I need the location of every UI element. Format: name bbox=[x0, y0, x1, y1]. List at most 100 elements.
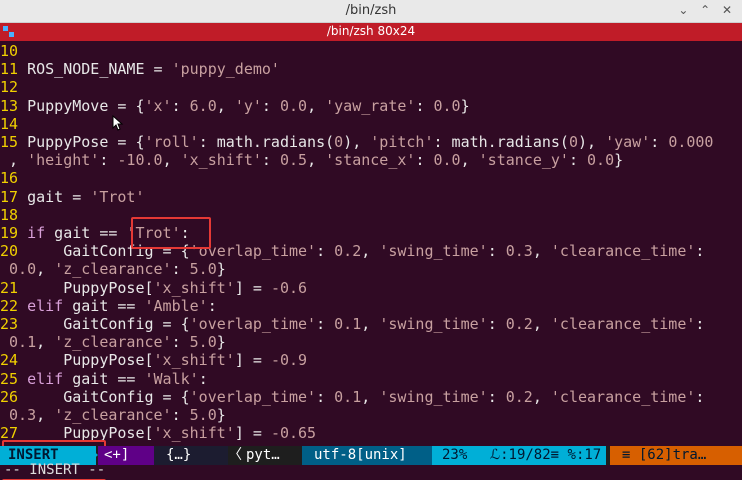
code-line: 20 GaitConfig = {'overlap_time': 0.2, 's… bbox=[0, 242, 704, 260]
code-token: PuppyPose[ bbox=[27, 351, 154, 370]
status-divider-1: 〈 bbox=[228, 447, 242, 463]
code-token: ROS_NODE_NAME = bbox=[27, 60, 172, 79]
line-number: 17 bbox=[0, 187, 28, 206]
code-line: 12 bbox=[0, 78, 27, 96]
code-token: 'yaw' bbox=[605, 133, 651, 151]
code-line-wrap: 0.0, 'z_clearance': 5.0} bbox=[0, 260, 226, 278]
code-line: 14 bbox=[0, 115, 27, 133]
code-token: , bbox=[460, 151, 479, 170]
window-controls: ⌄ ⌃ ✕ bbox=[674, 3, 736, 17]
vim-editor-buffer[interactable]: 10 11 ROS_NODE_NAME = 'puppy_demo' 12 13 … bbox=[0, 42, 742, 446]
code-token: : math.radians( bbox=[433, 133, 569, 151]
code-token: } bbox=[216, 333, 226, 352]
code-token: 'Walk' bbox=[144, 369, 199, 388]
code-token: : bbox=[99, 151, 118, 170]
status-scope: {…} bbox=[154, 446, 228, 465]
code-line: 23 GaitConfig = {'overlap_time': 0.1, 's… bbox=[0, 315, 704, 333]
code-token: : bbox=[487, 315, 506, 333]
code-token: ] = bbox=[234, 351, 271, 370]
code-token: 'y' bbox=[234, 96, 262, 115]
code-line: 11 ROS_NODE_NAME = 'puppy_demo' bbox=[0, 60, 280, 78]
code-token: 0.0 bbox=[587, 151, 615, 170]
code-token: : bbox=[650, 133, 669, 151]
line-number: 14 bbox=[0, 114, 28, 133]
code-token: 0.5 bbox=[279, 151, 308, 170]
code-token: PuppyPose[ bbox=[27, 278, 154, 297]
code-token: gait == bbox=[63, 369, 145, 388]
code-token: 5.0 bbox=[189, 260, 217, 279]
line-number: 19 bbox=[0, 224, 28, 242]
status-modified: <+] bbox=[98, 446, 160, 465]
code-token: 0.2 bbox=[505, 387, 533, 406]
line-number: 16 bbox=[0, 169, 28, 188]
mouse-pointer-icon bbox=[112, 115, 124, 131]
code-token: 'puppy_demo' bbox=[171, 60, 280, 79]
maximize-icon[interactable]: ⌃ bbox=[696, 3, 714, 17]
code-token: : bbox=[695, 242, 705, 261]
code-token: 'z_clearance' bbox=[54, 333, 172, 352]
code-token: , bbox=[361, 242, 380, 261]
code-line: 17 gait = 'Trot' bbox=[0, 188, 145, 206]
window-title: /bin/zsh bbox=[345, 3, 397, 18]
terminal-tab[interactable]: /bin/zsh 80x24 bbox=[0, 23, 742, 41]
code-token: 0.1 bbox=[334, 315, 362, 333]
minimize-icon[interactable]: ⌄ bbox=[674, 3, 692, 17]
code-line: 24 PuppyPose['x_shift'] = -0.9 bbox=[0, 351, 307, 369]
code-line-wrap: , 'height': -10.0, 'x_shift': 0.5, 'stan… bbox=[0, 151, 623, 169]
code-token: 'z_clearance' bbox=[54, 406, 172, 424]
window-titlebar[interactable]: /bin/zsh ⌄ ⌃ ✕ bbox=[0, 0, 742, 23]
code-token: 'x_shift' bbox=[180, 151, 262, 170]
code-token: : bbox=[415, 96, 434, 115]
code-line: 10 bbox=[0, 42, 27, 60]
code-token: : bbox=[568, 151, 588, 170]
code-token: , bbox=[307, 96, 326, 115]
code-token: , bbox=[9, 151, 28, 170]
code-token: 'x_shift' bbox=[153, 351, 235, 370]
code-token: 0.2 bbox=[334, 242, 362, 261]
code-token: 6.0 bbox=[189, 96, 217, 115]
code-line: 15 PuppyPose = {'roll': math.radians(0),… bbox=[0, 133, 713, 151]
code-line: 21 PuppyPose['x_shift'] = -0.6 bbox=[0, 279, 307, 297]
code-token: : bbox=[316, 242, 335, 261]
highlight-box-trot bbox=[131, 217, 211, 249]
line-number: 22 bbox=[0, 296, 28, 315]
line-number: 13 bbox=[0, 96, 28, 115]
code-token: 0.0 bbox=[433, 151, 461, 170]
code-token: GaitConfig = { bbox=[27, 315, 190, 333]
code-token: 0.2 bbox=[505, 315, 533, 333]
code-token: ), bbox=[343, 133, 371, 151]
code-token: , bbox=[532, 242, 551, 261]
code-token: -0.9 bbox=[270, 351, 308, 370]
code-token: : bbox=[695, 315, 705, 333]
code-token: 'yaw_rate' bbox=[325, 96, 416, 115]
code-line: 18 bbox=[0, 206, 27, 224]
code-token: 'pitch' bbox=[370, 133, 434, 151]
code-token: 'x_shift' bbox=[153, 278, 235, 297]
code-token: 5.0 bbox=[189, 406, 217, 424]
line-number: 25 bbox=[0, 369, 28, 388]
code-token: : math.radians( bbox=[198, 133, 335, 151]
code-token: 0.1 bbox=[334, 387, 362, 406]
status-trailing: ≡ [62]tra… bbox=[610, 446, 742, 465]
code-token: : bbox=[171, 333, 190, 352]
cmdline-text: -- INSERT -- bbox=[4, 462, 106, 478]
status-encoding: utf-8[unix] bbox=[302, 446, 432, 465]
code-token: 'stance_y' bbox=[478, 151, 569, 170]
status-percent: 23% bbox=[432, 446, 490, 465]
code-token: } bbox=[216, 260, 226, 279]
code-token: 5.0 bbox=[189, 333, 217, 352]
code-token: 0.0 bbox=[279, 96, 308, 115]
code-token: : bbox=[198, 369, 208, 388]
code-token: 'z_clearance' bbox=[54, 260, 172, 279]
code-token: elif bbox=[27, 369, 64, 388]
close-icon[interactable]: ✕ bbox=[718, 3, 736, 17]
code-token: 'roll' bbox=[144, 133, 199, 151]
code-token: , bbox=[307, 151, 326, 170]
code-token: , bbox=[162, 151, 181, 170]
code-token: PuppyPose = { bbox=[27, 133, 145, 151]
code-token: : bbox=[261, 151, 280, 170]
code-line-wrap: 0.1, 'z_clearance': 5.0} bbox=[0, 333, 226, 351]
code-token: 'clearance_time' bbox=[550, 387, 696, 406]
code-token: , bbox=[532, 315, 551, 333]
code-token: 0.0 bbox=[9, 260, 37, 279]
